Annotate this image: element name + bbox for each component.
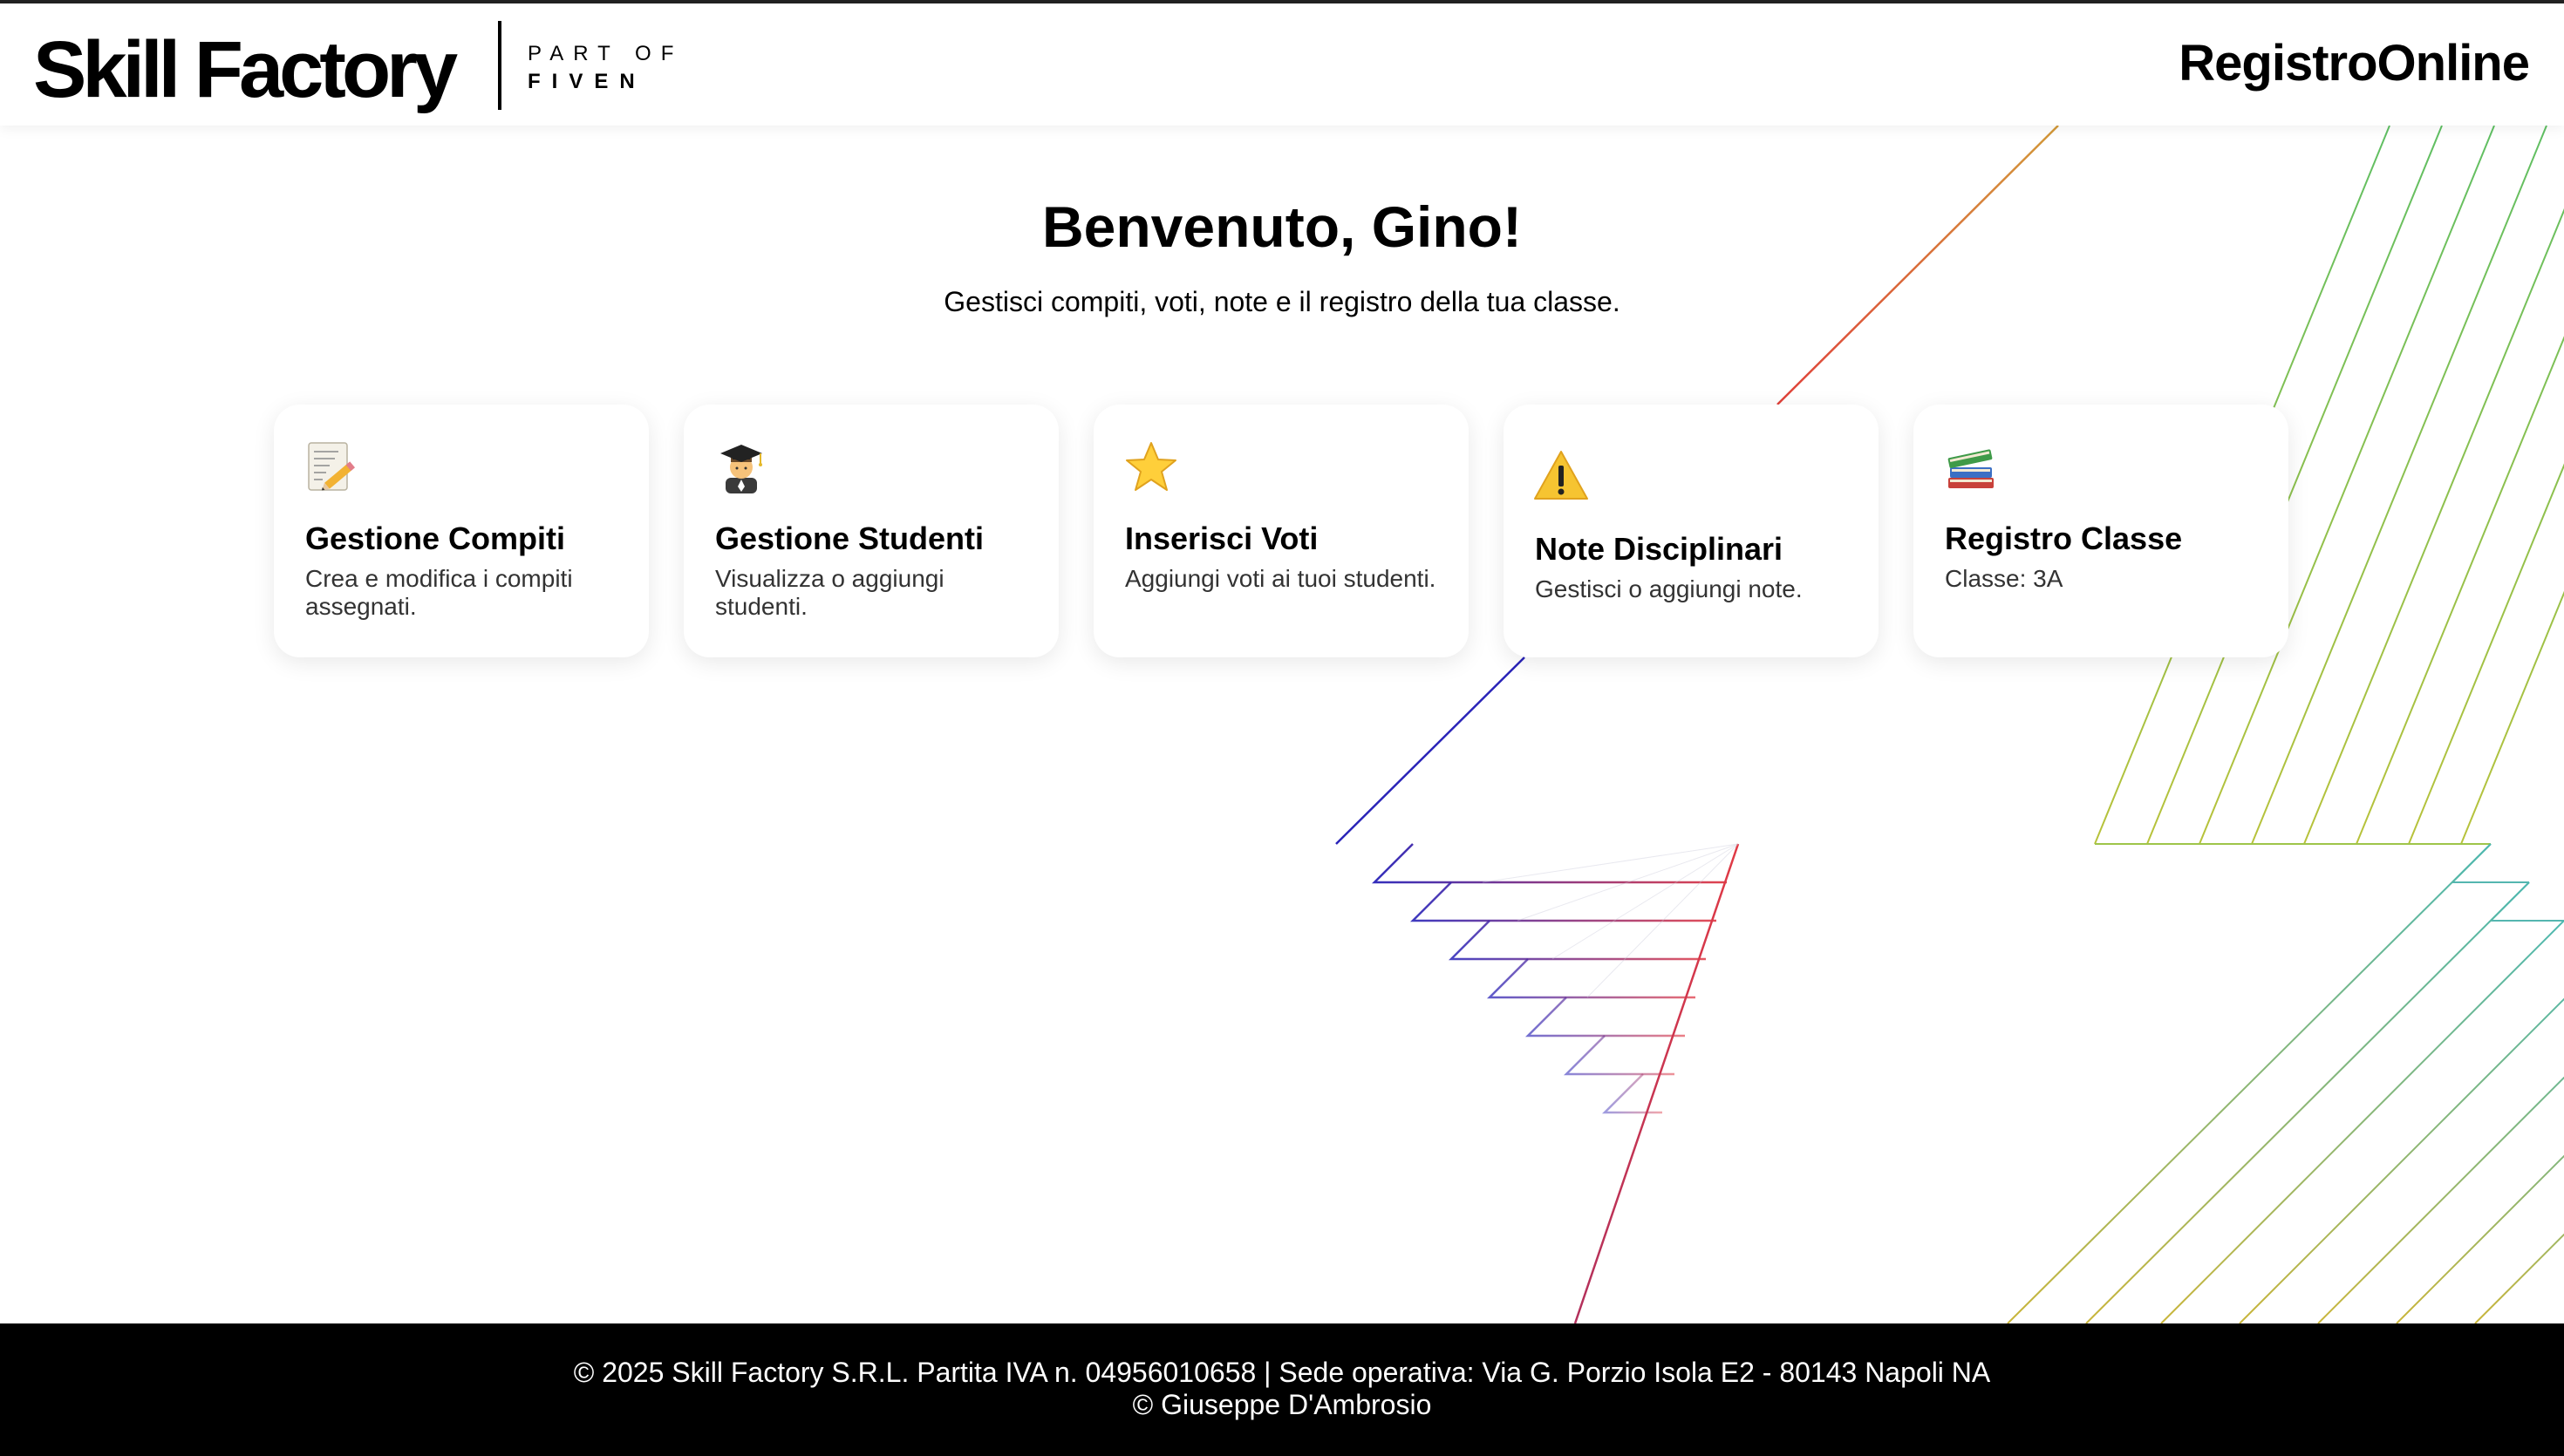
welcome-subtitle: Gestisci compiti, voti, note e il regist…: [944, 286, 1620, 317]
card-note-disciplinari[interactable]: Note Disciplinari Gestisci o aggiungi no…: [1504, 405, 1879, 657]
star-icon: [1126, 442, 1176, 491]
student-icon: [720, 445, 762, 493]
card-description: Classe: 3A: [1945, 565, 2063, 592]
dashboard-cards: Gestione Compiti Crea e modifica i compi…: [274, 405, 2290, 657]
card-gestione-studenti[interactable]: Gestione Studenti Visualizza o aggiungi …: [684, 405, 1059, 657]
memo-icon: [308, 442, 356, 491]
card-title: Gestione Studenti: [715, 520, 985, 556]
card-inserisci-voti[interactable]: Inserisci Voti Aggiungi voti ai tuoi stu…: [1094, 405, 1469, 657]
card-title: Registro Classe: [1945, 520, 2183, 556]
welcome-heading: Benvenuto, Gino!: [1042, 194, 1522, 259]
logo-part-of-label: PART OF: [528, 42, 684, 65]
books-icon: [1947, 449, 1994, 488]
app-brand-title[interactable]: RegistroOnline: [2179, 35, 2530, 92]
card-title: Inserisci Voti: [1125, 520, 1319, 556]
card-description: Gestisci o aggiungi note.: [1535, 575, 1803, 602]
card-description: Crea e modifica i compiti assegnati.: [305, 565, 573, 620]
card-title: Note Disciplinari: [1535, 531, 1783, 567]
warning-icon: [1534, 451, 1588, 500]
card-description: Aggiungi voti ai tuoi studenti.: [1125, 565, 1436, 592]
page-footer: © 2025 Skill Factory S.R.L. Partita IVA …: [0, 1323, 2564, 1456]
footer-company-info: © 2025 Skill Factory S.R.L. Partita IVA …: [573, 1357, 1991, 1388]
top-header: Skill Factory PART OF FIVEN RegistroOnli…: [0, 3, 2564, 126]
logo-fiven-label: FIVEN: [528, 70, 646, 93]
footer-author: © Giuseppe D'Ambrosio: [1132, 1389, 1432, 1420]
card-title: Gestione Compiti: [305, 520, 566, 556]
card-gestione-compiti[interactable]: Gestione Compiti Crea e modifica i compi…: [274, 405, 649, 657]
skill-factory-logo[interactable]: Skill Factory: [33, 26, 458, 113]
card-registro-classe[interactable]: Registro Classe Classe: 3A: [1913, 405, 2288, 657]
card-description: Visualizza o aggiungi studenti.: [715, 565, 944, 620]
dashboard-main: Benvenuto, Gino! Gestisci compiti, voti,…: [0, 126, 2564, 1323]
logo-divider: [498, 21, 501, 110]
